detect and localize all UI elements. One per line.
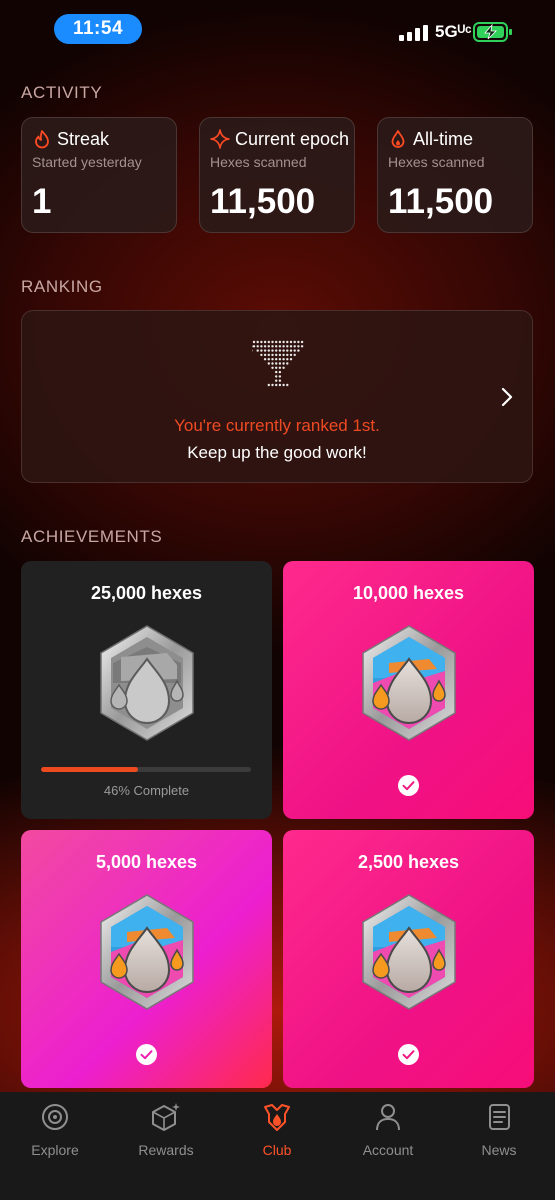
all-time-subtitle: Hexes scanned (388, 154, 485, 170)
bottom-nav: Explore Rewards Club Account News (0, 1092, 555, 1200)
document-lines-icon (489, 1104, 510, 1130)
checkmark-circle-icon (398, 1044, 419, 1065)
nav-label: Rewards (138, 1142, 194, 1158)
battery-charging-icon (473, 22, 512, 42)
achievement-card-5000[interactable]: 5,000 hexes (21, 830, 272, 1088)
status-bar: 11:54 5Gᵁᶜ (0, 0, 555, 60)
achievement-title: 5,000 hexes (95, 852, 198, 872)
nav-explore[interactable]: Explore (5, 1102, 105, 1172)
streak-subtitle: Started yesterday (32, 154, 142, 170)
all-time-card: All-time Hexes scanned 11,500 (377, 117, 533, 233)
ranking-section-title: RANKING (21, 277, 103, 296)
flame-drop-icon (391, 130, 405, 148)
sparkle-star-icon (210, 129, 230, 149)
all-time-title: All-time (413, 128, 474, 149)
all-time-value: 11,500 (388, 182, 494, 221)
hex-flame-badge-icon (362, 625, 456, 741)
network-type: 5Gᵁᶜ (435, 22, 472, 41)
achievement-title: 10,000 hexes (352, 583, 465, 603)
flame-outline-icon (35, 130, 49, 149)
rank-status-text: You're currently ranked 1st. (174, 416, 380, 435)
gem-sparkle-icon (152, 1103, 180, 1131)
nav-club[interactable]: Club (227, 1102, 327, 1172)
ranking-card[interactable]: You're currently ranked 1st. Keep up the… (21, 310, 533, 483)
signal-strength-icon (399, 25, 428, 41)
nav-account[interactable]: Account (338, 1102, 438, 1172)
hex-flame-badge-icon (362, 894, 456, 1010)
trophy-icon (252, 340, 304, 387)
current-epoch-subtitle: Hexes scanned (210, 154, 307, 170)
achievements-section-title: ACHIEVEMENTS (21, 527, 163, 546)
achievement-progress-label: 46% Complete (103, 783, 190, 798)
achievement-title: 25,000 hexes (90, 583, 203, 603)
nav-label: News (481, 1142, 517, 1158)
achievement-progress-bar (41, 767, 251, 772)
activity-section-title: ACTIVITY (21, 83, 103, 102)
hex-flame-badge-icon (100, 894, 194, 1010)
hex-flame-badge-icon (100, 625, 194, 741)
achievement-progress-fill (41, 767, 138, 772)
achievement-title: 2,500 hexes (357, 852, 460, 872)
nav-label: Account (362, 1142, 414, 1158)
achievement-card-2500[interactable]: 2,500 hexes (283, 830, 534, 1088)
streak-value: 1 (32, 182, 52, 221)
current-epoch-value: 11,500 (210, 182, 316, 221)
chevron-right-icon[interactable] (496, 385, 518, 409)
streak-title: Streak (57, 128, 110, 149)
nav-label: Club (262, 1142, 292, 1158)
streak-card: Streak Started yesterday 1 (21, 117, 177, 233)
person-icon (376, 1104, 400, 1131)
checkmark-circle-icon (136, 1044, 157, 1065)
achievement-card-10000[interactable]: 10,000 hexes (283, 561, 534, 819)
nav-label: Explore (31, 1142, 79, 1158)
status-time: 11:54 (54, 14, 142, 44)
achievement-card-25000[interactable]: 25,000 hexes 46% Complete (21, 561, 272, 819)
checkmark-circle-icon (398, 775, 419, 796)
current-epoch-card: Current epoch Hexes scanned 11,500 (199, 117, 355, 233)
rank-encouragement-text: Keep up the good work! (187, 443, 367, 462)
nav-rewards[interactable]: Rewards (116, 1102, 216, 1172)
current-epoch-title: Current epoch (235, 128, 350, 149)
compass-target-icon (42, 1104, 68, 1130)
club-crest-icon (264, 1104, 290, 1131)
nav-news[interactable]: News (449, 1102, 549, 1172)
